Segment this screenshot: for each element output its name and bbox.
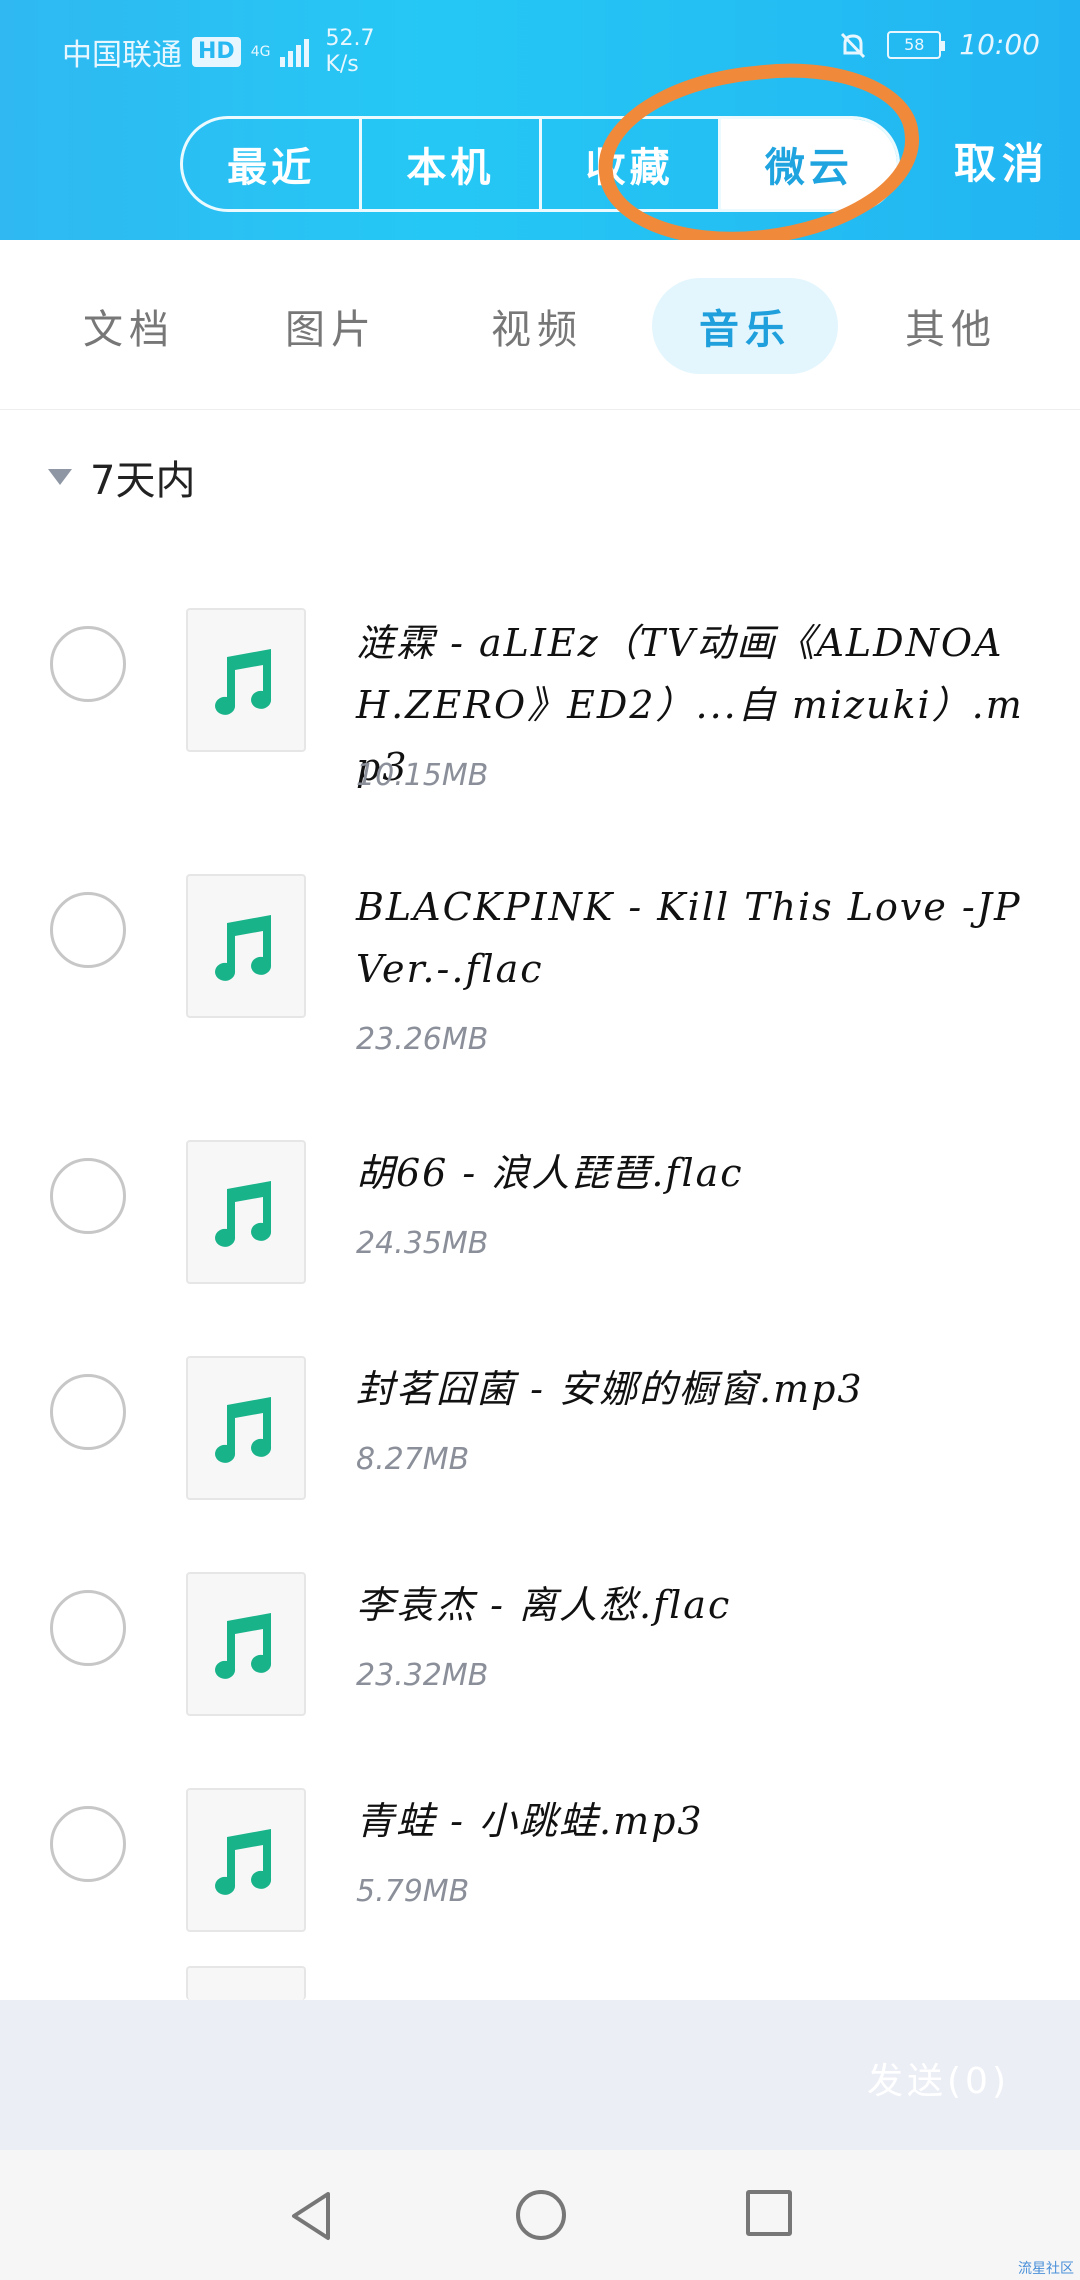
triangle-down-icon [48,469,72,485]
list-item[interactable]: 涟霖 - aLIEz（TV动画《ALDNOAH.ZERO》ED2）...自 mi… [0,570,1080,800]
file-thumbnail [186,1572,306,1716]
network-type-label: 4G [250,44,271,60]
watermark: 流星社区 [1018,2261,1074,2277]
file-size: 10.15MB [356,758,489,793]
music-note-icon [215,649,272,715]
file-size: 24.35MB [356,1226,489,1261]
file-thumbnail [186,1140,306,1284]
select-radio[interactable] [50,1806,126,1882]
music-note-icon [215,1181,272,1247]
music-note-icon [215,1613,272,1679]
clock: 10:00 [959,28,1040,61]
section-header[interactable]: 7天内 [48,448,195,506]
system-nav-bar: 流星社区 [0,2150,1080,2280]
list-item[interactable]: 李袁杰 - 离人愁.flac 23.32MB [0,1534,1080,1734]
recents-icon[interactable] [746,2190,792,2236]
battery-icon: 58 [887,30,946,59]
bell-off-icon [837,29,869,61]
status-left: 中国联通 HD 4G 52.7 K/s [62,26,374,78]
segment-recent[interactable]: 最近 [183,119,363,209]
select-radio[interactable] [50,1590,126,1666]
home-icon[interactable] [516,2190,566,2240]
tab-videos[interactable]: 视频 [444,278,630,374]
file-name: 青蛙 - 小跳蛙.mp3 [356,1799,704,1843]
speed-value: 52.7 [325,26,375,51]
select-radio[interactable] [50,1158,126,1234]
hd-badge: HD [192,37,241,67]
list-item[interactable]: 胡66 - 浪人琵琶.flac 24.35MB [0,1102,1080,1302]
select-radio[interactable] [50,626,126,702]
list-item[interactable]: BLACKPINK - Kill This Love -JP Ver.-.fla… [0,836,1080,1066]
list-item[interactable]: 青蛙 - 小跳蛙.mp3 5.79MB [0,1750,1080,1950]
tab-documents[interactable]: 文档 [36,278,222,374]
speed-unit: K/s [325,52,359,77]
network-speed: 52.7 K/s [325,26,374,78]
file-name: 李袁杰 - 离人愁.flac [356,1583,732,1627]
section-title: 7天内 [90,458,196,504]
select-radio[interactable] [50,1374,126,1450]
tab-pictures[interactable]: 图片 [238,278,424,374]
file-size: 23.26MB [356,1022,489,1057]
tab-other[interactable]: 其他 [858,278,1044,374]
file-size: 8.27MB [356,1442,470,1477]
network-type: 4G [251,45,271,59]
file-size: 5.79MB [356,1874,470,1909]
music-note-icon [215,1397,272,1463]
file-name: 胡66 - 浪人琵琶.flac [356,1151,744,1195]
send-bar: 发送(0) [0,2000,1080,2150]
battery-level: 58 [904,35,925,54]
file-size: 23.32MB [356,1658,489,1693]
carrier-label: 中国联通 [62,38,182,73]
file-thumbnail [186,1356,306,1500]
tab-music[interactable]: 音乐 [652,278,838,374]
category-tabs: 文档 图片 视频 音乐 其他 [0,240,1080,410]
cancel-button[interactable]: 取消 [954,130,1050,191]
segment-local[interactable]: 本机 [362,119,542,209]
music-note-icon [215,1829,272,1895]
file-name: 封茗囧菌 - 安娜的橱窗.mp3 [356,1367,864,1411]
file-thumbnail [186,608,306,752]
back-icon[interactable] [288,2190,334,2242]
status-bar: 中国联通 HD 4G 52.7 K/s 58 10:00 [0,0,1080,90]
signal-icon [280,37,310,67]
header: 中国联通 HD 4G 52.7 K/s 58 10:00 最近 本机 收藏 微云… [0,0,1080,261]
file-thumbnail [186,1788,306,1932]
list-item[interactable]: 封茗囧菌 - 安娜的橱窗.mp3 8.27MB [0,1318,1080,1518]
file-thumbnail [186,874,306,1018]
send-button[interactable]: 发送(0) [867,2052,1010,2104]
file-name: BLACKPINK - Kill This Love -JP Ver.-.fla… [356,885,1022,991]
file-thumbnail [186,1966,306,2000]
status-right: 58 10:00 [837,28,1040,61]
select-radio[interactable] [50,892,126,968]
music-note-icon [215,915,272,981]
